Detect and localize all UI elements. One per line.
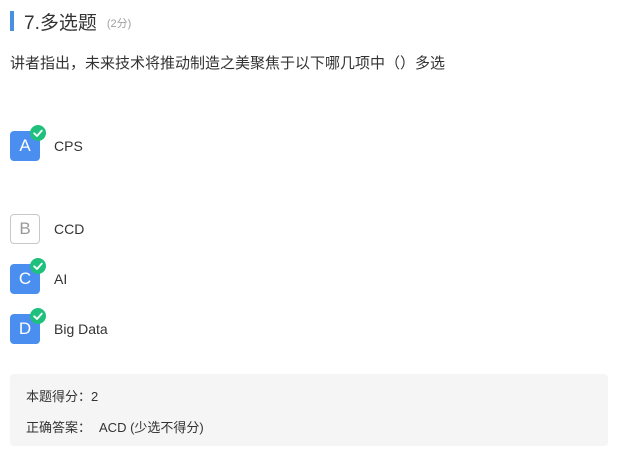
check-circle-icon xyxy=(30,308,46,324)
title-accent-bar xyxy=(10,11,14,31)
question-text: 讲者指出，未来技术将推动制造之美聚焦于以下哪几项中（）多选 xyxy=(10,55,446,72)
answer-panel: 本题得分：2 正确答案： ACD (少选不得分) xyxy=(10,374,608,446)
score-label: 本题得分： xyxy=(26,389,92,404)
option-c-badge[interactable]: C xyxy=(10,258,46,294)
option-a-text: CPS xyxy=(54,138,83,154)
option-a-letter: A xyxy=(19,136,31,155)
check-circle-icon xyxy=(30,125,46,141)
check-circle-icon xyxy=(30,258,46,274)
option-c[interactable]: C AI xyxy=(10,258,68,294)
correct-answer-line: 正确答案： ACD (少选不得分) xyxy=(26,417,204,436)
option-b[interactable]: B CCD xyxy=(10,214,84,244)
question-header: 7.多选题 (2分) xyxy=(10,10,132,34)
question-score: (2分) xyxy=(106,18,132,30)
option-d[interactable]: D Big Data xyxy=(10,308,108,344)
correct-answer-value: ACD (少选不得分) xyxy=(99,420,204,435)
question-title: 7.多选题 xyxy=(24,12,97,34)
option-d-badge[interactable]: D xyxy=(10,308,46,344)
option-b-badge[interactable]: B xyxy=(10,214,40,244)
option-d-text: Big Data xyxy=(54,321,108,337)
option-a-badge[interactable]: A xyxy=(10,125,46,161)
option-c-text: AI xyxy=(54,271,68,287)
option-b-letter: B xyxy=(19,219,31,238)
score-value: 2 xyxy=(91,389,99,404)
option-b-text: CCD xyxy=(54,221,85,237)
correct-answer-label: 正确答案： xyxy=(26,420,92,435)
option-a[interactable]: A CPS xyxy=(10,125,83,161)
score-line: 本题得分：2 xyxy=(26,386,98,405)
